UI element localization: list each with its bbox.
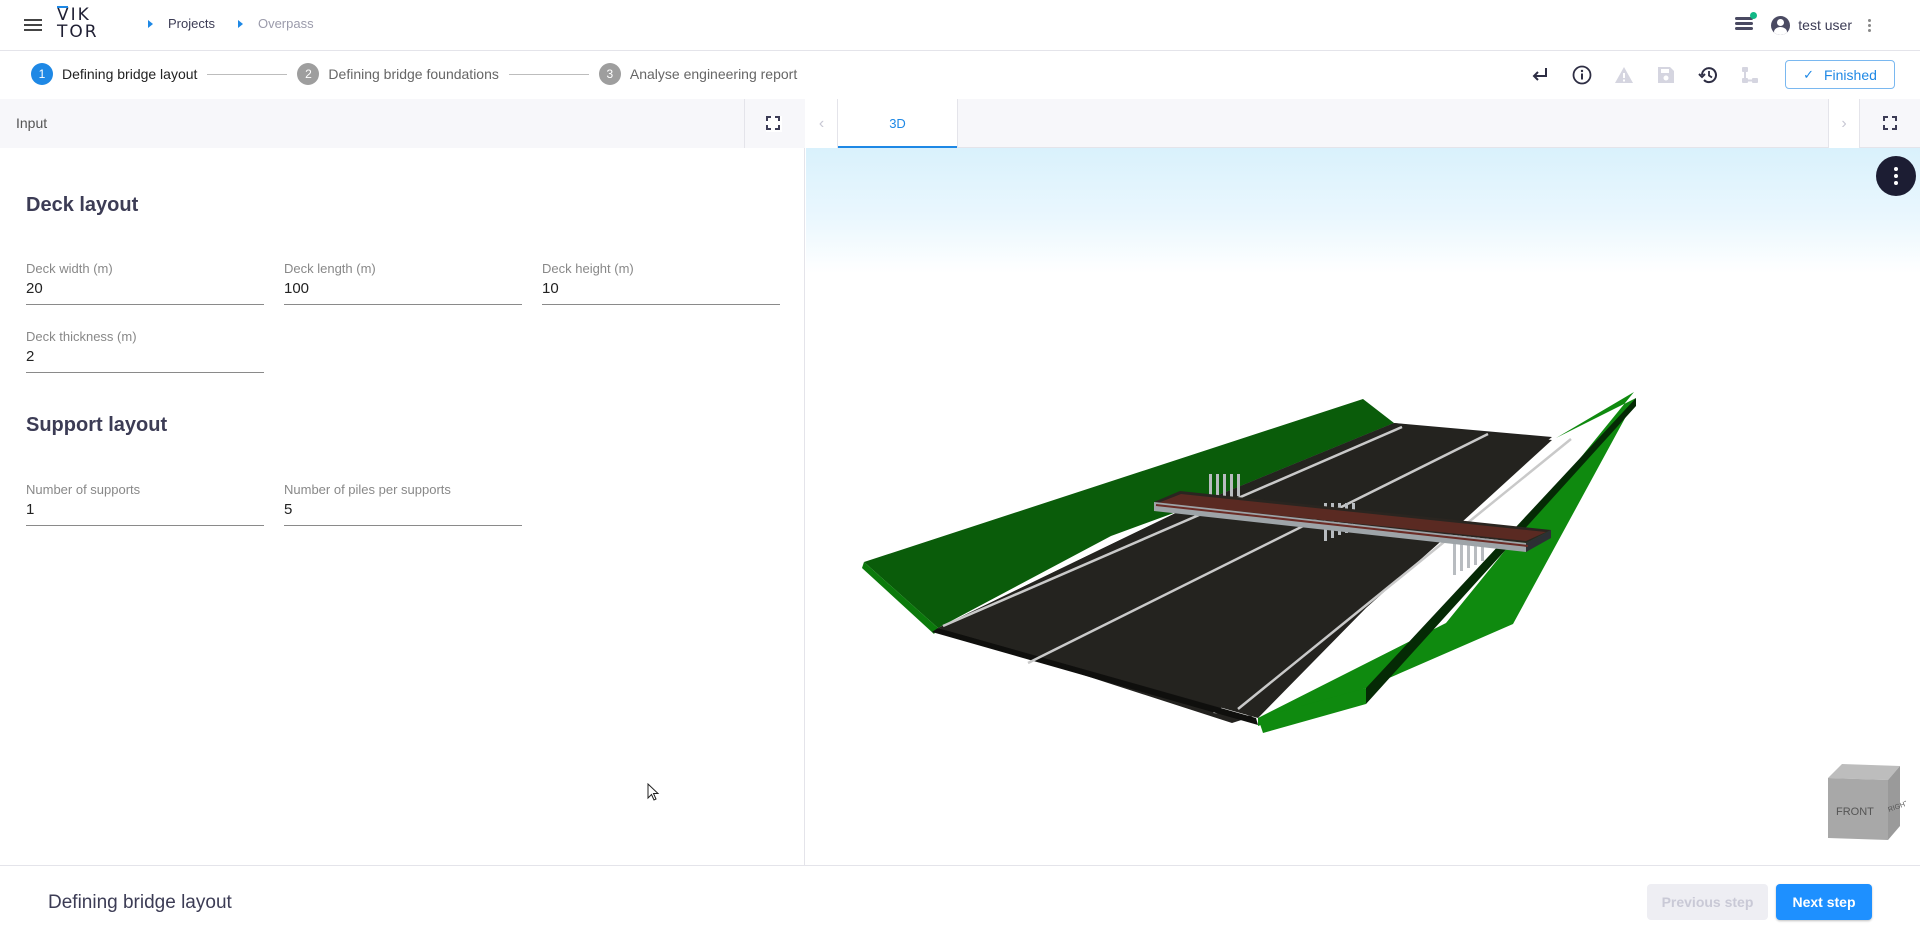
previous-step-button[interactable]: Previous step bbox=[1647, 884, 1768, 920]
field-label: Number of piles per supports bbox=[284, 482, 451, 497]
return-icon[interactable] bbox=[1529, 64, 1551, 86]
footer: Defining bridge layout Previous step Nex… bbox=[0, 865, 1920, 937]
step-number: 3 bbox=[598, 63, 621, 85]
finished-label: Finished bbox=[1823, 66, 1877, 83]
deck-thickness-field: Deck thickness (m) bbox=[26, 329, 264, 373]
deck-width-input[interactable] bbox=[26, 278, 264, 305]
step-number: 1 bbox=[31, 63, 53, 85]
breadcrumb: Projects Overpass bbox=[145, 16, 334, 31]
tab-scroll-left-button[interactable]: ‹ bbox=[806, 99, 838, 148]
hierarchy-icon bbox=[1739, 64, 1761, 86]
breadcrumb-arrow-icon bbox=[148, 19, 153, 28]
field-label: Deck height (m) bbox=[542, 261, 634, 276]
check-icon: ✓ bbox=[1803, 66, 1814, 82]
breadcrumb-arrow-icon bbox=[237, 19, 243, 28]
field-label: Number of supports bbox=[26, 482, 141, 497]
expand-input-button[interactable] bbox=[766, 116, 782, 132]
top-bar: VIK TOR Projects Overpass test user bbox=[0, 0, 1920, 51]
deck-height-input[interactable] bbox=[542, 278, 780, 305]
step-number: 2 bbox=[297, 63, 320, 85]
step-connector bbox=[207, 73, 288, 75]
field-label: Deck width (m) bbox=[26, 261, 113, 276]
status-dot bbox=[1750, 12, 1758, 19]
mouse-cursor-icon bbox=[647, 783, 660, 801]
divider bbox=[744, 99, 745, 148]
current-step-title: Defining bridge layout bbox=[48, 892, 232, 913]
fullscreen-icon bbox=[766, 116, 780, 130]
viktor-logo[interactable]: VIK TOR bbox=[57, 6, 101, 42]
section-title-deck-layout: Deck layout bbox=[26, 194, 139, 216]
input-panel: Input Deck layout Deck width (m) Deck le… bbox=[0, 99, 805, 865]
user-menu[interactable]: test user bbox=[1771, 15, 1852, 35]
account-icon bbox=[1771, 15, 1791, 35]
tab-scroll-right-button[interactable]: › bbox=[1828, 99, 1860, 148]
section-title-support-layout: Support layout bbox=[26, 414, 168, 436]
deck-length-input[interactable] bbox=[284, 278, 522, 305]
navigation-cube[interactable]: FRONT RIGHT bbox=[1818, 760, 1906, 842]
piles-per-support-input[interactable] bbox=[284, 499, 522, 526]
menu-icon[interactable] bbox=[24, 17, 42, 33]
number-of-supports-input[interactable] bbox=[26, 499, 264, 526]
history-icon[interactable] bbox=[1697, 64, 1719, 86]
piles-per-support-field: Number of piles per supports bbox=[284, 482, 522, 526]
step-label: Defining bridge foundations bbox=[328, 66, 499, 82]
save-icon bbox=[1655, 64, 1677, 86]
deck-thickness-input[interactable] bbox=[26, 346, 264, 373]
deck-height-field: Deck height (m) bbox=[542, 261, 780, 305]
input-panel-title: Input bbox=[16, 115, 48, 131]
more-vert-icon[interactable] bbox=[1868, 17, 1872, 34]
input-panel-header: Input bbox=[0, 99, 805, 148]
finished-button[interactable]: ✓ Finished bbox=[1785, 60, 1895, 89]
field-label: Deck length (m) bbox=[284, 261, 376, 276]
expand-view-button[interactable] bbox=[1883, 116, 1897, 130]
field-label: Deck thickness (m) bbox=[26, 329, 137, 344]
breadcrumb-overpass[interactable]: Overpass bbox=[258, 16, 314, 31]
tab-3d[interactable]: 3D bbox=[838, 99, 958, 149]
info-icon[interactable] bbox=[1571, 64, 1593, 86]
database-icon[interactable] bbox=[1735, 12, 1758, 33]
step-3[interactable]: 3 Analyse engineering report bbox=[598, 63, 798, 85]
number-of-supports-field: Number of supports bbox=[26, 482, 264, 526]
bridge-3d-model bbox=[862, 392, 1636, 733]
warning-icon bbox=[1613, 64, 1635, 86]
deck-length-field: Deck length (m) bbox=[284, 261, 522, 305]
step-connector bbox=[508, 73, 589, 75]
view-options-button[interactable] bbox=[1876, 156, 1916, 196]
fullscreen-icon bbox=[1883, 116, 1897, 130]
next-step-button[interactable]: Next step bbox=[1776, 884, 1872, 920]
toolbar: ✓ Finished bbox=[1509, 60, 1895, 89]
step-2[interactable]: 2 Defining bridge foundations bbox=[297, 63, 499, 85]
deck-width-field: Deck width (m) bbox=[26, 261, 264, 305]
step-1[interactable]: 1 Defining bridge layout bbox=[31, 63, 197, 85]
navcube-front-label: FRONT bbox=[1836, 806, 1874, 818]
3d-viewport[interactable]: FRONT RIGHT bbox=[806, 148, 1920, 865]
step-label: Defining bridge layout bbox=[62, 66, 198, 82]
stepper: 1 Defining bridge layout 2 Defining brid… bbox=[31, 63, 797, 85]
step-label: Analyse engineering report bbox=[629, 66, 798, 82]
user-name: test user bbox=[1798, 17, 1852, 33]
breadcrumb-projects[interactable]: Projects bbox=[168, 16, 215, 31]
view-panel: ‹ 3D › FRONT RIGHT bbox=[806, 99, 1920, 865]
view-tabs-bar: ‹ 3D › bbox=[806, 99, 1920, 149]
